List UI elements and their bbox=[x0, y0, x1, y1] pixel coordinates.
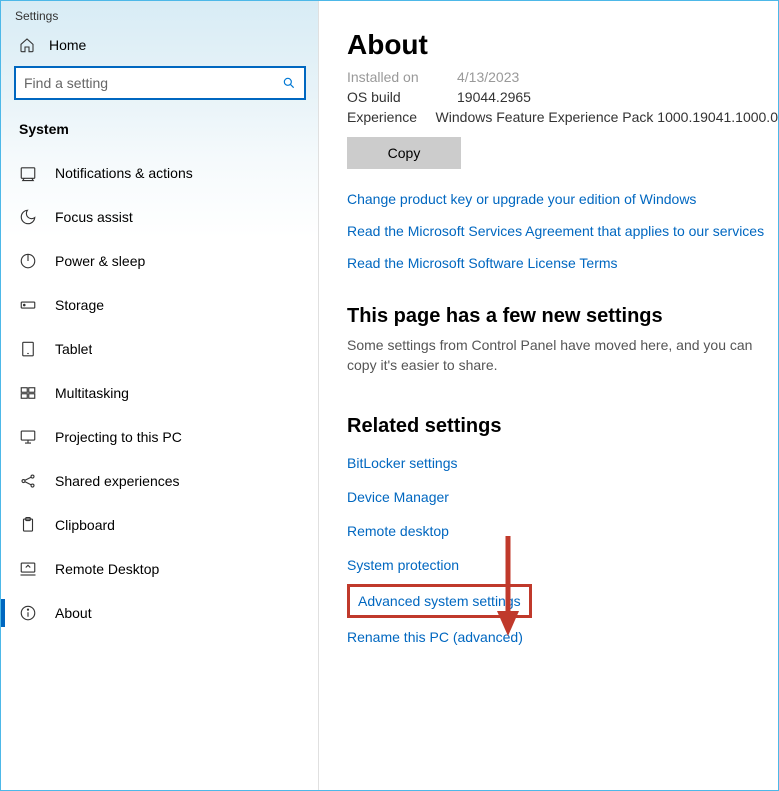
moon-icon bbox=[19, 208, 37, 226]
sidebar-item-label: Power & sleep bbox=[55, 253, 145, 269]
sidebar-item-label: Multitasking bbox=[55, 385, 129, 401]
link-bitlocker[interactable]: BitLocker settings bbox=[347, 446, 458, 480]
search-icon bbox=[282, 76, 296, 90]
sidebar-item-shared-experiences[interactable]: Shared experiences bbox=[1, 459, 318, 503]
sidebar-item-label: Clipboard bbox=[55, 517, 115, 533]
main-content: About Installed on 4/13/2023 OS build 19… bbox=[319, 1, 778, 790]
sidebar-item-clipboard[interactable]: Clipboard bbox=[1, 503, 318, 547]
sidebar-item-label: Tablet bbox=[55, 341, 92, 357]
info-icon bbox=[19, 604, 37, 622]
sidebar-item-label: Remote Desktop bbox=[55, 561, 159, 577]
tablet-icon bbox=[19, 340, 37, 358]
experience-label: Experience bbox=[347, 109, 436, 125]
info-row-os-build: OS build 19044.2965 bbox=[347, 87, 778, 107]
link-change-product-key[interactable]: Change product key or upgrade your editi… bbox=[347, 183, 696, 215]
link-advanced-system-settings[interactable]: Advanced system settings bbox=[358, 591, 521, 611]
link-device-manager[interactable]: Device Manager bbox=[347, 480, 449, 514]
sidebar-item-tablet[interactable]: Tablet bbox=[1, 327, 318, 371]
window-title: Settings bbox=[1, 1, 318, 27]
power-icon bbox=[19, 252, 37, 270]
page-title: About bbox=[347, 29, 778, 61]
home-icon bbox=[19, 37, 35, 53]
sidebar-item-label: Notifications & actions bbox=[55, 165, 193, 181]
sidebar-item-label: Shared experiences bbox=[55, 473, 180, 489]
sidebar-item-notifications[interactable]: Notifications & actions bbox=[1, 151, 318, 195]
annotation-highlight: Advanced system settings bbox=[347, 584, 532, 618]
sidebar-item-power-sleep[interactable]: Power & sleep bbox=[1, 239, 318, 283]
link-services-agreement[interactable]: Read the Microsoft Services Agreement th… bbox=[347, 215, 764, 247]
sidebar-item-label: Projecting to this PC bbox=[55, 429, 182, 445]
sidebar-item-multitasking[interactable]: Multitasking bbox=[1, 371, 318, 415]
sidebar: Settings Home System Notifications & act… bbox=[1, 1, 319, 790]
notifications-icon bbox=[19, 164, 37, 182]
info-row-installed-on: Installed on 4/13/2023 bbox=[347, 67, 778, 87]
new-settings-body: Some settings from Control Panel have mo… bbox=[347, 336, 778, 375]
project-icon bbox=[19, 428, 37, 446]
nav-list: Notifications & actions Focus assist Pow… bbox=[1, 143, 318, 790]
new-settings-heading: This page has a few new settings bbox=[347, 305, 778, 328]
installed-on-label: Installed on bbox=[347, 69, 457, 85]
search-field[interactable] bbox=[24, 75, 282, 91]
info-row-experience: Experience Windows Feature Experience Pa… bbox=[347, 107, 778, 127]
sidebar-item-projecting[interactable]: Projecting to this PC bbox=[1, 415, 318, 459]
share-icon bbox=[19, 472, 37, 490]
sidebar-item-remote-desktop[interactable]: Remote Desktop bbox=[1, 547, 318, 591]
sidebar-item-about[interactable]: About bbox=[1, 591, 318, 635]
link-system-protection[interactable]: System protection bbox=[347, 548, 459, 582]
link-rename-pc[interactable]: Rename this PC (advanced) bbox=[347, 620, 523, 654]
section-label: System bbox=[1, 111, 318, 143]
remote-desktop-icon bbox=[19, 560, 37, 578]
search-input[interactable] bbox=[15, 67, 305, 99]
sidebar-item-focus-assist[interactable]: Focus assist bbox=[1, 195, 318, 239]
os-build-label: OS build bbox=[347, 89, 457, 105]
clipboard-icon bbox=[19, 516, 37, 534]
storage-icon bbox=[19, 296, 37, 314]
related-links: BitLocker settings Device Manager Remote… bbox=[347, 446, 778, 654]
sidebar-item-storage[interactable]: Storage bbox=[1, 283, 318, 327]
link-remote-desktop[interactable]: Remote desktop bbox=[347, 514, 449, 548]
multitasking-icon bbox=[19, 384, 37, 402]
home-label: Home bbox=[49, 37, 86, 53]
installed-on-value: 4/13/2023 bbox=[457, 69, 519, 85]
link-license-terms[interactable]: Read the Microsoft Software License Term… bbox=[347, 247, 618, 279]
os-build-value: 19044.2965 bbox=[457, 89, 531, 105]
experience-value: Windows Feature Experience Pack 1000.190… bbox=[436, 109, 778, 125]
sidebar-item-label: About bbox=[55, 605, 92, 621]
related-settings-heading: Related settings bbox=[347, 415, 778, 438]
copy-button[interactable]: Copy bbox=[347, 137, 461, 169]
sidebar-item-label: Focus assist bbox=[55, 209, 133, 225]
sidebar-item-label: Storage bbox=[55, 297, 104, 313]
home-nav[interactable]: Home bbox=[1, 27, 318, 61]
